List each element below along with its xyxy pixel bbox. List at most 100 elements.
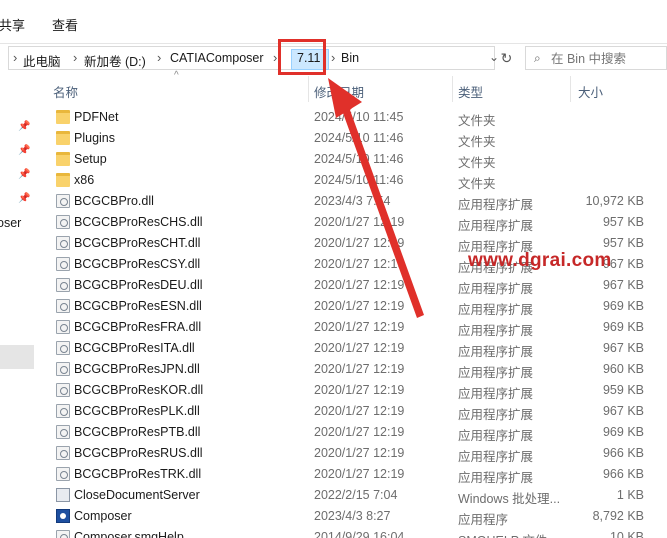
annotation-box: [278, 39, 326, 75]
file-size: 960 KB: [602, 362, 644, 376]
column-header-name[interactable]: 名称: [53, 82, 78, 101]
file-date: 2020/1/27 12:19: [314, 425, 405, 439]
dll-file-icon: [56, 215, 70, 229]
folder-icon: [56, 110, 70, 124]
file-date: 2024/5/10 11:46: [314, 131, 404, 145]
file-date: 2024/5/10 11:46: [314, 173, 404, 187]
menu-share[interactable]: 共享: [0, 15, 25, 34]
column-header-type[interactable]: 类型: [458, 82, 483, 101]
file-size: 957 KB: [602, 236, 644, 250]
file-size: 969 KB: [602, 320, 644, 334]
refresh-button[interactable]: ↻: [498, 46, 515, 70]
dll-file-icon: [56, 446, 70, 460]
file-type: 应用程序扩展: [458, 387, 534, 401]
file-row[interactable]: BCGCBProResITA.dll 2020/1/27 12:19 应用程序扩展 9…: [36, 338, 667, 359]
file-name: BCGCBProResITA.dll: [74, 341, 195, 355]
file-size: 957 KB: [602, 215, 644, 229]
file-row[interactable]: BCGCBProResDEU.dll 2020/1/27 12:19 应用程序扩展 9…: [36, 275, 667, 296]
dll-file-icon: [56, 362, 70, 376]
file-name: BCGCBProResPTB.dll: [74, 425, 201, 439]
file-type: 应用程序扩展: [458, 219, 534, 233]
menu-view[interactable]: 查看: [52, 15, 78, 34]
column-header-date[interactable]: 修改日期: [314, 82, 364, 101]
file-size: 10 KB: [609, 530, 644, 538]
dll-file-icon: [56, 299, 70, 313]
dll-file-icon: [56, 404, 70, 418]
file-type: 应用程序扩展: [458, 324, 534, 338]
file-row[interactable]: BCGCBProResJPN.dll 2020/1/27 12:19 应用程序扩展 9…: [36, 359, 667, 380]
chevron-right-icon[interactable]: ›: [331, 50, 335, 65]
chevron-right-icon[interactable]: ›: [157, 50, 161, 65]
file-date: 2020/1/27 12:19: [314, 446, 405, 460]
column-divider[interactable]: [308, 76, 309, 102]
file-type: 应用程序: [458, 513, 509, 527]
file-size: 969 KB: [602, 299, 644, 313]
column-divider[interactable]: [452, 76, 453, 102]
file-type: SMGHELP 文件: [458, 530, 547, 538]
file-size: 8,792 KB: [592, 509, 644, 523]
sort-ascending-icon: ^: [174, 70, 179, 81]
file-row[interactable]: BCGCBProResCHS.dll 2020/1/27 12:19 应用程序扩展 9…: [36, 212, 667, 233]
file-row[interactable]: CloseDocumentServer 2022/2/15 7:04 Windows…: [36, 485, 667, 506]
watermark: www.dgrai.com: [468, 250, 612, 271]
file-row[interactable]: BCGCBPro.dll 2023/4/3 7:54 应用程序扩展 10,972 KB: [36, 191, 667, 212]
file-type: 应用程序扩展: [458, 303, 534, 317]
file-name: x86: [74, 173, 95, 187]
chevron-right-icon[interactable]: ›: [73, 50, 77, 65]
file-date: 2020/1/27 12:19: [314, 383, 405, 397]
nav-item-selected[interactable]: [0, 345, 34, 369]
file-date: 2020/1/27 12:19: [314, 236, 405, 250]
pin-icon[interactable]: 📌: [18, 145, 30, 156]
file-name: BCGCBProResDEU.dll: [74, 278, 203, 292]
address-field[interactable]: › 此电脑 › 新加卷 (D:) › CATIAComposer › 7.11 …: [8, 46, 499, 70]
file-row[interactable]: BCGCBProResESN.dll 2020/1/27 12:19 应用程序扩展 9…: [36, 296, 667, 317]
file-row[interactable]: x86 2024/5/10 11:46 文件夹: [36, 170, 667, 191]
file-row[interactable]: Composer 2023/4/3 8:27 应用程序 8,792 KB: [36, 506, 667, 527]
file-name: BCGCBProResFRA.dll: [74, 320, 202, 334]
file-name: CloseDocumentServer: [74, 488, 200, 502]
file-row[interactable]: BCGCBProResPTB.dll 2020/1/27 12:19 应用程序扩展 9…: [36, 422, 667, 443]
file-row[interactable]: Setup 2024/5/10 11:46 文件夹: [36, 149, 667, 170]
search-field[interactable]: ⌕: [525, 46, 667, 70]
dll-file-icon: [56, 341, 70, 355]
file-row[interactable]: Plugins 2024/5/10 11:46 文件夹: [36, 128, 667, 149]
pin-icon[interactable]: 📌: [18, 121, 30, 132]
file-row[interactable]: BCGCBProResTRK.dll 2020/1/27 12:19 应用程序扩展 9…: [36, 464, 667, 485]
file-size: 967 KB: [602, 341, 644, 355]
chevron-right-icon: ›: [13, 50, 18, 65]
file-size: 10,972 KB: [585, 194, 644, 208]
file-name: BCGCBProResRUS.dll: [74, 446, 203, 460]
file-type: 应用程序扩展: [458, 408, 534, 422]
breadcrumb-this-pc[interactable]: 此电脑: [23, 51, 61, 70]
column-divider[interactable]: [570, 76, 571, 102]
file-row[interactable]: PDFNet 2024/5/10 11:45 文件夹: [36, 107, 667, 128]
pin-icon[interactable]: 📌: [18, 193, 30, 204]
column-header-size[interactable]: 大小: [578, 82, 603, 101]
batch-file-icon: [56, 488, 70, 502]
file-date: 2014/9/29 16:04: [314, 530, 405, 538]
file-name: PDFNet: [74, 110, 119, 124]
file-name: BCGCBProResPLK.dll: [74, 404, 200, 418]
breadcrumb-drive-d[interactable]: 新加卷 (D:): [84, 51, 146, 70]
file-type: 文件夹: [458, 135, 496, 149]
folder-icon: [56, 173, 70, 187]
file-row[interactable]: Composer.smgHelp 2014/9/29 16:04 SMGHELP 文…: [36, 527, 667, 538]
file-date: 2020/1/27 12:19: [314, 341, 405, 355]
file-name: BCGCBProResCHT.dll: [74, 236, 201, 250]
file-type: 应用程序扩展: [458, 198, 534, 212]
file-row[interactable]: BCGCBProResKOR.dll 2020/1/27 12:19 应用程序扩展 9…: [36, 380, 667, 401]
file-row[interactable]: BCGCBProResRUS.dll 2020/1/27 12:19 应用程序扩展 9…: [36, 443, 667, 464]
pin-icon[interactable]: 📌: [18, 169, 30, 180]
search-icon: ⌕: [534, 51, 541, 65]
file-size: 967 KB: [602, 278, 644, 292]
nav-item-composer[interactable]: oser: [0, 216, 21, 230]
chevron-right-icon[interactable]: ›: [273, 50, 277, 65]
file-row[interactable]: BCGCBProResPLK.dll 2020/1/27 12:19 应用程序扩展 9…: [36, 401, 667, 422]
search-input[interactable]: [551, 50, 663, 67]
file-row[interactable]: BCGCBProResFRA.dll 2020/1/27 12:19 应用程序扩展 9…: [36, 317, 667, 338]
dll-file-icon: [56, 278, 70, 292]
breadcrumb-catiacomposer[interactable]: CATIAComposer: [170, 51, 264, 65]
dll-file-icon: [56, 320, 70, 334]
dll-file-icon: [56, 236, 70, 250]
breadcrumb-bin[interactable]: Bin: [341, 51, 359, 65]
